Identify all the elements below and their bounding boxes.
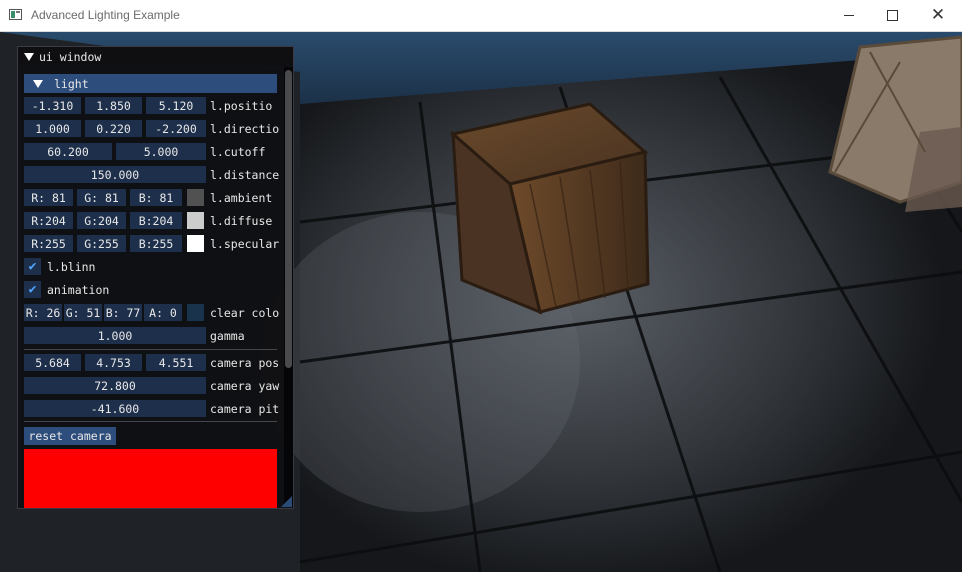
separator (24, 421, 277, 422)
light-direction-z[interactable]: -2.200 (146, 120, 206, 137)
light-direction-label: l.directio (210, 121, 280, 136)
scrollbar[interactable] (284, 67, 293, 507)
scrollbar-thumb[interactable] (285, 70, 292, 368)
camera-pos-z[interactable]: 4.551 (146, 354, 206, 371)
specular-color-swatch[interactable] (187, 235, 204, 252)
light-position-x[interactable]: -1.310 (24, 97, 81, 114)
camera-pitch-field[interactable]: -41.600 (24, 400, 206, 417)
expand-arrow-icon (33, 79, 43, 88)
ambient-b[interactable]: B: 81 (130, 189, 182, 206)
camera-pos-x[interactable]: 5.684 (24, 354, 81, 371)
light-position-z[interactable]: 5.120 (146, 97, 206, 114)
diffuse-r[interactable]: R:204 (24, 212, 73, 229)
specular-label: l.specular (210, 236, 280, 251)
camera-pitch-label: camera pit (210, 401, 280, 416)
ambient-label: l.ambient (210, 190, 273, 205)
clear-color-g[interactable]: G: 51 (64, 304, 102, 321)
diffuse-g[interactable]: G:204 (77, 212, 126, 229)
clear-color-a[interactable]: A: 0 (144, 304, 182, 321)
light-distance-label: l.distance (210, 167, 280, 182)
light-cutoff-inner[interactable]: 60.200 (24, 143, 112, 160)
clear-color-r[interactable]: R: 26 (24, 304, 62, 321)
ambient-g[interactable]: G: 81 (77, 189, 126, 206)
camera-pos-label: camera pos (210, 355, 280, 370)
light-position-y[interactable]: 1.850 (85, 97, 142, 114)
light-section-label: light (54, 76, 89, 91)
maximize-button[interactable] (869, 0, 915, 31)
animation-checkbox[interactable]: ✔ (24, 281, 41, 298)
window-title: Advanced Lighting Example (31, 8, 180, 22)
checkmark-icon: ✔ (28, 282, 37, 297)
checkmark-icon: ✔ (28, 259, 37, 274)
light-position-label: l.positio (210, 98, 273, 113)
light-direction-x[interactable]: 1.000 (24, 120, 81, 137)
diffuse-color-swatch[interactable] (187, 212, 204, 229)
camera-pos-y[interactable]: 4.753 (85, 354, 142, 371)
resize-grip-icon[interactable] (281, 496, 292, 507)
ambient-color-swatch[interactable] (187, 189, 204, 206)
separator (24, 349, 277, 350)
color-preview-box (24, 449, 277, 508)
blinn-label: l.blinn (47, 259, 96, 274)
clear-color-swatch[interactable] (187, 304, 204, 321)
clear-color-b[interactable]: B: 77 (104, 304, 142, 321)
blinn-checkbox[interactable]: ✔ (24, 258, 41, 275)
light-direction-y[interactable]: 0.220 (85, 120, 142, 137)
light-section-header[interactable]: light (24, 74, 277, 93)
gamma-label: gamma (210, 328, 245, 343)
specular-g[interactable]: G:255 (77, 235, 126, 252)
clear-color-label: clear colo (210, 305, 280, 320)
specular-r[interactable]: R:255 (24, 235, 73, 252)
minimize-icon (844, 15, 854, 16)
app-icon (9, 9, 22, 20)
light-cutoff-label: l.cutoff (210, 144, 266, 159)
ui-window-title: ui window (39, 49, 102, 64)
reset-camera-button[interactable]: reset camera (24, 427, 116, 445)
light-distance-field[interactable]: 150.000 (24, 166, 206, 183)
gamma-field[interactable]: 1.000 (24, 327, 206, 344)
minimize-button[interactable] (826, 0, 872, 31)
diffuse-label: l.diffuse (210, 213, 273, 228)
animation-label: animation (47, 282, 110, 297)
camera-yaw-label: camera yaw (210, 378, 280, 393)
camera-yaw-field[interactable]: 72.800 (24, 377, 206, 394)
ui-window-title-bar[interactable]: ui window (18, 47, 293, 66)
maximize-icon (886, 10, 898, 21)
light-cutoff-outer[interactable]: 5.000 (116, 143, 206, 160)
close-icon: ✕ (930, 5, 946, 25)
ui-window[interactable]: ui window light -1.310 1.850 5.120 l.pos… (17, 46, 294, 509)
diffuse-b[interactable]: B:204 (130, 212, 182, 229)
ambient-r[interactable]: R: 81 (24, 189, 73, 206)
title-bar: Advanced Lighting Example ✕ (0, 0, 962, 32)
specular-b[interactable]: B:255 (130, 235, 182, 252)
collapse-arrow-icon[interactable] (24, 52, 34, 61)
close-button[interactable]: ✕ (915, 0, 961, 31)
